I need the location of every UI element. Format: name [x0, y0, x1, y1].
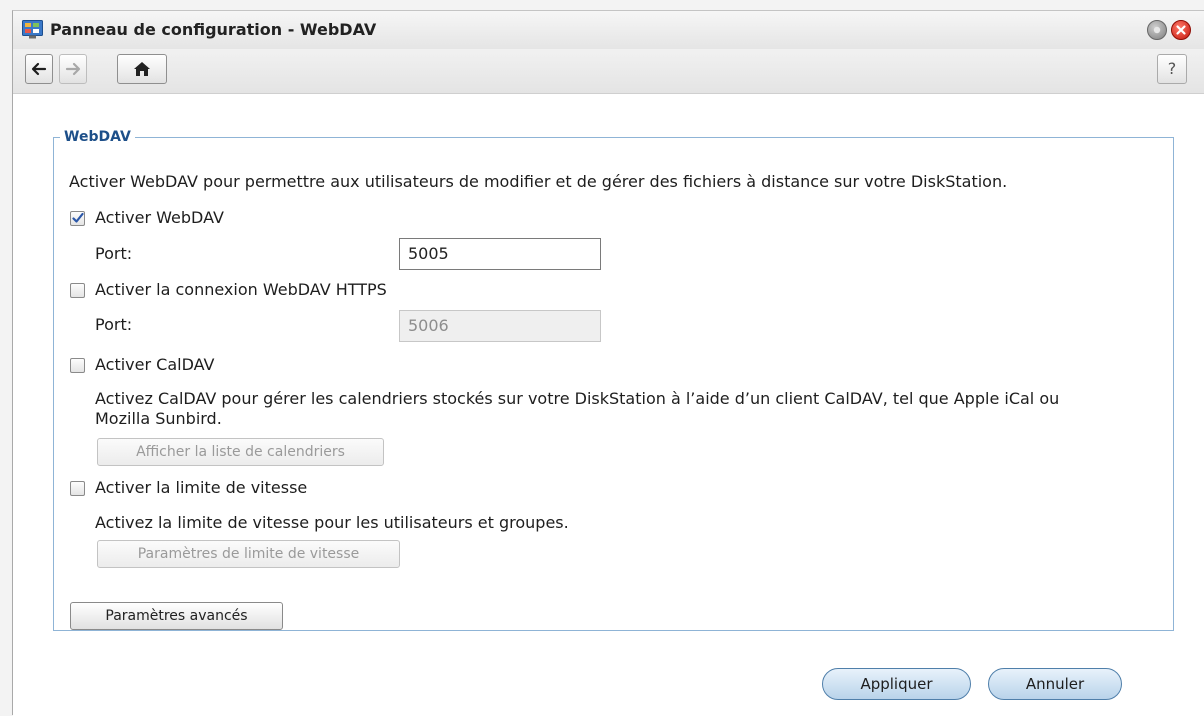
- control-panel-window: Panneau de configuration - WebDAV ? WebD…: [12, 10, 1204, 716]
- arrow-right-icon: [65, 62, 81, 76]
- speed-limit-description: Activez la limite de vitesse pour les ut…: [95, 513, 569, 532]
- check-icon: [72, 212, 84, 223]
- caldav-description-line1: Activez CalDAV pour gérer les calendrier…: [95, 389, 1060, 408]
- back-button[interactable]: [25, 54, 53, 84]
- control-panel-icon: [22, 20, 43, 39]
- webdav-description: Activer WebDAV pour permettre aux utilis…: [69, 172, 1008, 191]
- calendar-list-button[interactable]: Afficher la liste de calendriers: [97, 438, 384, 466]
- enable-https-checkbox[interactable]: [70, 283, 85, 298]
- enable-https-label[interactable]: Activer la connexion WebDAV HTTPS: [95, 280, 387, 299]
- title-bar: Panneau de configuration - WebDAV: [13, 11, 1204, 50]
- forward-button[interactable]: [59, 54, 87, 84]
- cancel-button[interactable]: Annuler: [988, 668, 1122, 700]
- toolbar: ?: [13, 49, 1204, 94]
- enable-webdav-label[interactable]: Activer WebDAV: [95, 208, 224, 227]
- minimize-button[interactable]: [1147, 20, 1167, 40]
- home-icon: [134, 62, 150, 76]
- help-label: ?: [1167, 59, 1177, 78]
- minimize-icon: [1153, 26, 1161, 34]
- webdav-port-input[interactable]: 5005: [399, 238, 601, 270]
- https-port-label: Port:: [95, 315, 133, 334]
- content-area: WebDAV Activer WebDAV pour permettre aux…: [13, 94, 1204, 716]
- arrow-left-icon: [31, 62, 47, 76]
- help-button[interactable]: ?: [1157, 54, 1187, 84]
- speed-limit-settings-button[interactable]: Paramètres de limite de vitesse: [97, 540, 400, 568]
- close-button[interactable]: [1171, 20, 1191, 40]
- https-port-input[interactable]: 5006: [399, 310, 601, 342]
- webdav-port-label: Port:: [95, 244, 133, 263]
- enable-speed-limit-checkbox[interactable]: [70, 481, 85, 496]
- advanced-settings-button[interactable]: Paramètres avancés: [70, 602, 283, 630]
- window-title: Panneau de configuration - WebDAV: [50, 20, 377, 39]
- apply-button[interactable]: Appliquer: [822, 668, 971, 700]
- enable-webdav-checkbox[interactable]: [70, 211, 85, 226]
- caldav-description-line2: Mozilla Sunbird.: [95, 409, 222, 428]
- home-button[interactable]: [117, 54, 167, 84]
- close-icon: [1176, 25, 1186, 35]
- webdav-group: WebDAV Activer WebDAV pour permettre aux…: [53, 129, 1174, 631]
- enable-caldav-checkbox[interactable]: [70, 358, 85, 373]
- enable-caldav-label[interactable]: Activer CalDAV: [95, 355, 214, 374]
- group-legend: WebDAV: [64, 129, 131, 145]
- enable-speed-limit-label[interactable]: Activer la limite de vitesse: [95, 478, 307, 497]
